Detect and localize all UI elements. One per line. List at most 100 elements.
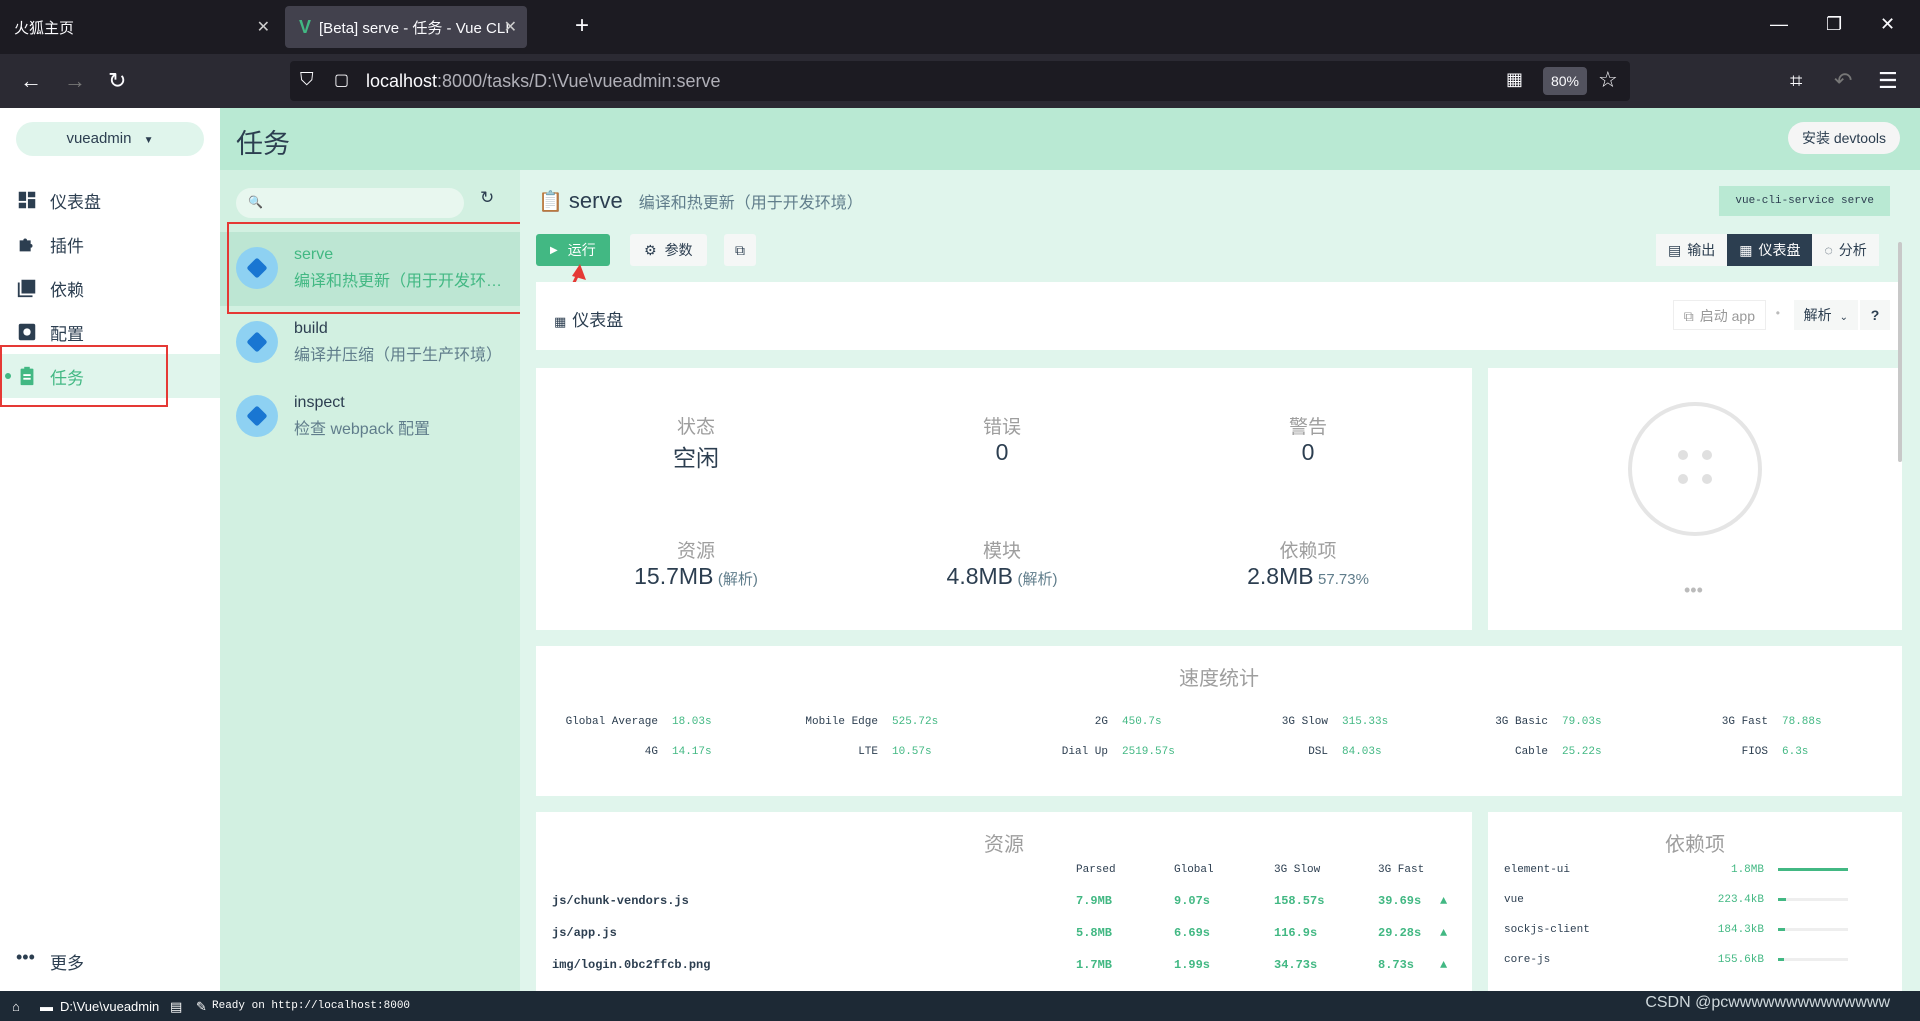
speed-stat-label: Cable: [1514, 746, 1548, 758]
close-icon[interactable]: ✕: [504, 17, 517, 37]
settings-icon: [18, 323, 36, 341]
menu-icon[interactable]: ☰: [1878, 68, 1898, 94]
asset-global: 6.69s: [1174, 926, 1211, 940]
install-devtools-button[interactable]: 安装 devtools: [1787, 122, 1900, 154]
view-output-tab[interactable]: ▤ 输出: [1656, 234, 1728, 266]
speed-stat-value: 315.33s: [1342, 716, 1389, 728]
browser-tab-home[interactable]: 火狐主页 ✕: [0, 6, 280, 48]
log-icon: ✎: [196, 999, 207, 1014]
task-detail-header: 📋 serve 编译和热更新（用于开发环境）: [538, 188, 863, 214]
project-path[interactable]: D:\Vue\vueadmin: [60, 999, 159, 1014]
speed-stat: Mobile Edge 525.72s: [772, 716, 938, 728]
dependencies-card: 依赖项 element-ui 1.8MB vue 223.4kB sockjs-clie…: [1488, 812, 1902, 991]
refresh-icon[interactable]: ↻: [480, 188, 494, 208]
close-window-icon[interactable]: ✕: [1880, 14, 1895, 35]
search-icon: 🔍: [248, 195, 263, 209]
dependency-name: element-ui: [1504, 864, 1571, 876]
url-text[interactable]: localhost:8000/tasks/D:\Vue\vueadmin:ser…: [366, 71, 721, 92]
stat-value: 空闲: [673, 445, 719, 471]
search-input[interactable]: 🔍: [236, 188, 464, 218]
project-selector[interactable]: vueadmin ▼: [16, 122, 204, 156]
home-icon[interactable]: ⌂: [12, 999, 20, 1014]
task-item-build[interactable]: build 编译并压缩（用于生产环境）: [220, 306, 520, 380]
dot: [1702, 450, 1712, 460]
crop-icon[interactable]: ⌗: [1790, 68, 1802, 94]
params-button[interactable]: ⚙ 参数: [630, 234, 707, 266]
url-bar[interactable]: ⛉ ▢ localhost:8000/tasks/D:\Vue\vueadmin…: [290, 61, 1630, 101]
speed-stat: 3G Fast 78.88s: [1662, 716, 1822, 728]
scrollbar-thumb[interactable]: [1898, 242, 1902, 462]
speed-stat-value: 78.88s: [1782, 716, 1822, 728]
forward-icon[interactable]: →: [64, 68, 86, 94]
qr-code-icon[interactable]: ▦: [1506, 69, 1523, 90]
new-tab-icon[interactable]: +: [575, 12, 589, 40]
undo-icon[interactable]: ↶: [1834, 68, 1852, 94]
more-dots-icon: •••: [16, 947, 35, 967]
browser-nav-bar: ← → ↻ ⛉ ▢ localhost:8000/tasks/D:\Vue\vu…: [0, 54, 1920, 108]
speed-stat: 2G 450.7s: [1002, 716, 1162, 728]
view-dashboard-tab[interactable]: ▦ 仪表盘: [1727, 234, 1813, 266]
project-name: vueadmin: [66, 130, 132, 147]
left-sidebar: vueadmin ▼ 仪表盘 插件 依赖 配置 任务 ••• 更多: [0, 108, 220, 991]
dependency-size-bar: [1778, 898, 1848, 901]
speed-stat-label: Global Average: [565, 716, 658, 728]
reload-icon[interactable]: ↻: [108, 68, 126, 94]
asset-3g-slow: 158.57s: [1274, 894, 1325, 908]
warning-icon: ▲: [1440, 958, 1448, 972]
restore-icon[interactable]: ❐: [1826, 14, 1842, 35]
speed-stat-value: 84.03s: [1342, 746, 1382, 758]
speed-stat: Global Average 18.03s: [552, 716, 712, 728]
play-icon: ▶: [550, 244, 558, 256]
dependency-name: sockjs-client: [1504, 924, 1590, 936]
webpack-inspect-icon: [236, 395, 278, 437]
speed-stat: Cable 25.22s: [1442, 746, 1602, 758]
ellipsis-icon: •••: [1684, 580, 1703, 600]
launch-app-button[interactable]: ⧉ 启动 app: [1672, 300, 1766, 330]
console-icon[interactable]: ▤: [170, 999, 182, 1015]
dashboard-icon: ▦: [1739, 241, 1753, 258]
back-icon[interactable]: ←: [20, 68, 42, 94]
task-name: build: [294, 320, 328, 337]
browser-tab-active[interactable]: V [Beta] serve - 任务 - Vue CLI ✕: [285, 6, 527, 48]
dot: [1702, 474, 1712, 484]
sidebar-item-dashboard[interactable]: 仪表盘: [0, 178, 220, 222]
dashboard-icon: [18, 191, 36, 209]
task-description: 检查 webpack 配置: [294, 421, 431, 438]
analyze-dropdown[interactable]: 解析 ⌄: [1793, 300, 1858, 330]
speed-stat: 3G Basic 79.03s: [1442, 716, 1601, 728]
bookmark-star-icon[interactable]: ☆: [1598, 67, 1618, 93]
close-icon[interactable]: ✕: [257, 17, 270, 37]
speed-stat-label: Mobile Edge: [805, 716, 878, 728]
open-external-button[interactable]: ⧉: [724, 234, 756, 266]
stat-modules: 模块 4.8MB (解析): [882, 536, 1122, 590]
separator-dot: •: [1775, 306, 1780, 320]
page-icon: ▢: [334, 72, 350, 89]
dependency-size-bar: [1778, 928, 1848, 931]
asset-name: img/login.0bc2ffcb.png: [552, 958, 711, 972]
speed-stat: 4G 14.17s: [552, 746, 712, 758]
sidebar-item-more[interactable]: ••• 更多: [0, 939, 220, 983]
view-analyze-tab[interactable]: ◌ 分析: [1812, 234, 1879, 266]
speed-stat-label: Dial Up: [1061, 746, 1108, 758]
minimize-icon[interactable]: —: [1770, 14, 1788, 35]
dashboard-toolbar: ▦ 仪表盘 ⧉ 启动 app • 解析 ⌄ ?: [536, 282, 1902, 350]
run-label: 运行: [567, 242, 596, 258]
run-button[interactable]: ▶ 运行: [536, 234, 610, 266]
sidebar-item-plugins[interactable]: 插件: [0, 222, 220, 266]
donut-icon: ◌: [1824, 242, 1833, 258]
speed-stat-label: LTE: [858, 746, 878, 758]
shield-icon[interactable]: ⛉: [300, 69, 314, 90]
speed-stats-card: 速度统计 Global Average 18.03s Mobile Edge 525.…: [536, 646, 1902, 796]
dashboard-icon: ▦: [554, 314, 567, 329]
stat-value: 15.7MB: [634, 563, 714, 589]
col-header: Parsed: [1076, 864, 1116, 876]
task-item-inspect[interactable]: inspect 检查 webpack 配置: [220, 380, 520, 454]
asset-global: 9.07s: [1174, 894, 1211, 908]
help-icon[interactable]: ?: [1860, 300, 1890, 330]
dependency-size: 1.8MB: [1730, 864, 1764, 876]
zoom-level[interactable]: 80%: [1543, 67, 1587, 95]
task-detail: 📋 serve 编译和热更新（用于开发环境） vue-cli-service s…: [520, 170, 1920, 991]
chevron-down-icon: ⌄: [1839, 312, 1848, 323]
sidebar-item-dependencies[interactable]: 依赖: [0, 266, 220, 310]
sidebar-item-label: 更多: [50, 953, 84, 973]
